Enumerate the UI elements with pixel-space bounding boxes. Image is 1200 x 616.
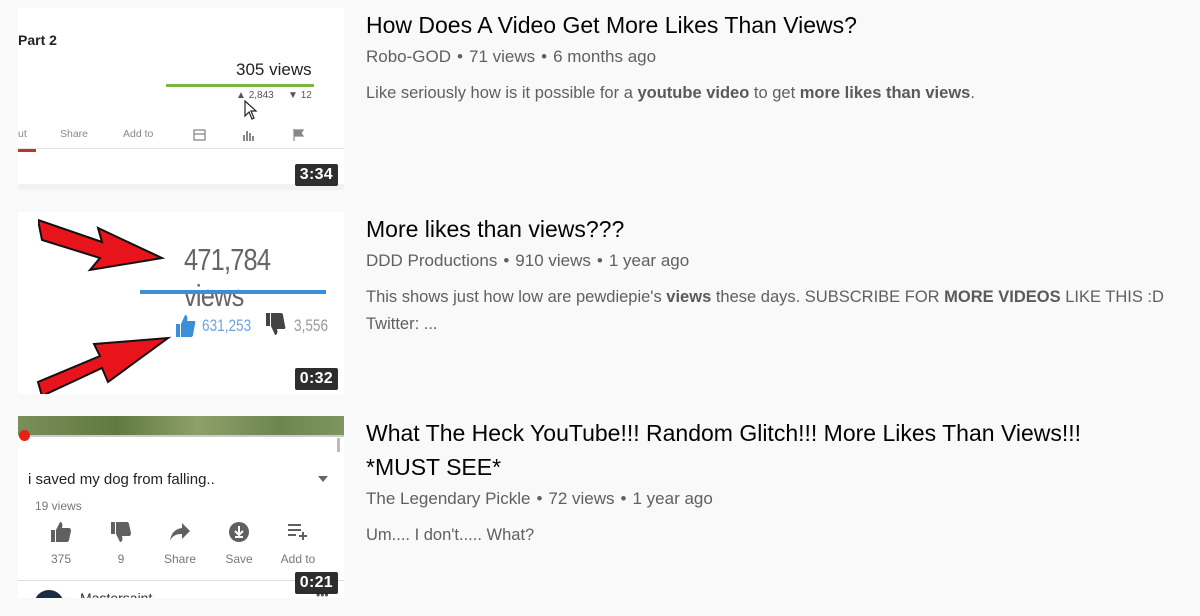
thumbs-up-icon: [51, 522, 71, 542]
video-description: Like seriously how is it possible for a …: [366, 84, 975, 102]
video-byline: The Legendary Pickle • 72 views • 1 year ago: [366, 488, 1186, 510]
video-title[interactable]: More likes than views???: [366, 212, 1186, 246]
video-byline: DDD Productions • 910 views • 1 year ago: [366, 250, 1186, 272]
separator-dot: •: [541, 47, 548, 66]
thumb-part-label: Part 2: [18, 32, 57, 48]
video-description: This shows just how low are pewdiepie's …: [366, 288, 1164, 333]
thumb-view-count: 305 views: [236, 60, 312, 79]
thumbs-down-icon: [266, 313, 286, 335]
progress-track: [18, 435, 344, 437]
video-byline: Robo-GOD • 71 views • 6 months ago: [366, 46, 1186, 68]
thumb-like-action: 375: [31, 520, 91, 566]
thumb-dislike-count: 3,556: [294, 316, 329, 335]
video-duration: 0:32: [294, 368, 338, 390]
thumb-save-action: Save: [209, 520, 269, 566]
divider: [18, 148, 344, 149]
chevron-down-icon: [318, 476, 328, 482]
thumb-action-row: ut Share Add to: [18, 128, 344, 144]
download-icon: [229, 522, 249, 542]
video-duration: 0:21: [294, 572, 338, 594]
share-icon: [170, 523, 190, 541]
video-thumbnail[interactable]: Part 2 305 views ▲ 2,843 ▼ 12 ut Share A…: [18, 8, 344, 190]
channel-name[interactable]: Robo-GOD: [366, 47, 451, 66]
separator-dot: •: [457, 47, 463, 66]
thumb-view-count: 19 views: [35, 499, 82, 513]
thumbs-down-icon: [111, 522, 131, 542]
video-title-line: *MUST SEE*: [366, 454, 502, 480]
thumbs-down-icon: ▼: [288, 90, 298, 101]
thumb-like-bar: [140, 290, 326, 294]
progress-scrubber: [19, 430, 30, 441]
upload-age: 1 year ago: [632, 489, 713, 508]
video-result[interactable]: 471,784 views 631,253 3,556 0:32 More li…: [18, 212, 1188, 394]
video-thumbnail[interactable]: i saved my dog from falling.. 19 views 3…: [18, 416, 344, 598]
view-count: 72 views: [548, 489, 615, 508]
video-thumbnail[interactable]: 471,784 views 631,253 3,556 0:32: [18, 212, 344, 394]
thumb-video-frame: [18, 416, 344, 436]
video-duration: 3:34: [294, 164, 338, 186]
upload-age: 1 year ago: [608, 251, 690, 270]
scrollbar: [337, 438, 340, 452]
red-arrow-icon: [38, 218, 166, 272]
separator-dot: •: [596, 251, 603, 270]
avatar: [34, 590, 64, 598]
playlist-add-icon: [288, 524, 307, 540]
video-result[interactable]: i saved my dog from falling.. 19 views 3…: [18, 416, 1188, 598]
thumb-video-title: i saved my dog from falling..: [28, 471, 215, 488]
thumb-view-count: 471,784 views: [184, 242, 271, 313]
upload-age: 6 months ago: [553, 47, 657, 66]
thumb-like-bar: [166, 84, 314, 87]
video-title[interactable]: How Does A Video Get More Likes Than Vie…: [366, 8, 1186, 42]
thumb-share-action: Share: [150, 520, 210, 566]
active-tab-indicator: [18, 149, 36, 152]
separator-dot: •: [536, 489, 543, 508]
thumb-channel-name: Mastersaint: [80, 590, 153, 598]
thumb-dislike-action: 9: [91, 520, 151, 566]
inbox-icon: [193, 129, 206, 141]
view-count: 910 views: [515, 251, 591, 270]
thumbs-up-icon: [176, 315, 196, 337]
cursor-icon: [244, 100, 258, 120]
video-description: Um.... I don't..... What?: [366, 526, 535, 544]
flag-icon: [293, 129, 305, 141]
thumb-like-count: 631,253: [202, 316, 252, 335]
stats-icon: [243, 131, 254, 141]
red-arrow-icon: [36, 336, 172, 394]
view-count: 71 views: [468, 47, 536, 66]
video-title-line: What The Heck YouTube!!! Random Glitch!!…: [366, 420, 1082, 446]
thumb-add-to-action: Add to: [268, 520, 328, 566]
channel-name[interactable]: The Legendary Pickle: [366, 489, 530, 508]
separator-dot: •: [503, 251, 510, 270]
video-meta: How Does A Video Get More Likes Than Vie…: [366, 8, 1186, 107]
channel-name[interactable]: DDD Productions: [366, 251, 497, 270]
video-meta: What The Heck YouTube!!! Random Glitch!!…: [366, 416, 1186, 549]
thumb-dislike-count: ▼ 12: [288, 90, 312, 101]
separator-dot: •: [620, 489, 627, 508]
video-result[interactable]: Part 2 305 views ▲ 2,843 ▼ 12 ut Share A…: [18, 8, 1188, 190]
video-meta: More likes than views??? DDD Productions…: [366, 212, 1186, 338]
video-title[interactable]: What The Heck YouTube!!! Random Glitch!!…: [366, 416, 1186, 484]
